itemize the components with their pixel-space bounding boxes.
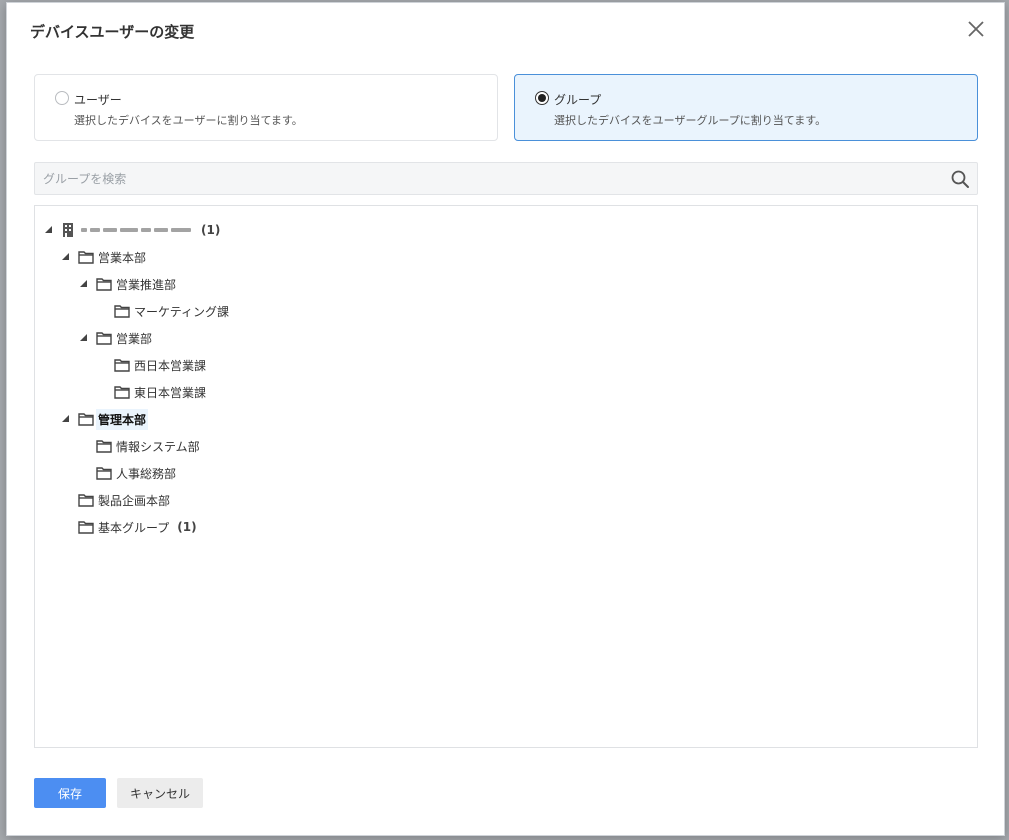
assign-to-group-option[interactable]: グループ 選択したデバイスをユーザーグループに割り当てます。 <box>514 74 978 141</box>
tree-node-basic-group[interactable]: 基本グループ (1) <box>62 516 197 538</box>
group-tree: (1) 営業本部 営業推進部 マーケティング課 営業部 西日本営業課 東日本営業… <box>34 205 978 748</box>
tree-node-label: 基本グループ <box>98 520 170 535</box>
tree-node-label: マーケティング課 <box>134 304 230 319</box>
collapse-toggle[interactable] <box>62 414 72 424</box>
save-button[interactable]: 保存 <box>34 778 106 808</box>
tree-node-sales-dept[interactable]: 営業部 <box>80 327 154 349</box>
tree-node-label: 情報システム部 <box>116 439 200 454</box>
folder-icon <box>78 251 94 264</box>
user-option-description: 選択したデバイスをユーザーに割り当てます。 <box>74 114 303 127</box>
collapse-toggle[interactable] <box>45 225 55 235</box>
tree-node-label: 営業部 <box>116 331 153 346</box>
folder-icon <box>78 494 94 507</box>
tree-node-label: 東日本営業課 <box>134 385 207 400</box>
tree-node-marketing[interactable]: マーケティング課 <box>98 300 231 322</box>
tree-node-label: 製品企画本部 <box>98 493 171 508</box>
tree-node-label <box>191 228 195 232</box>
tree-node-product-planning[interactable]: 製品企画本部 <box>62 489 172 511</box>
folder-icon <box>96 440 112 453</box>
group-search-box <box>34 162 978 195</box>
tree-node-admin-hq[interactable]: 管理本部 <box>62 408 149 430</box>
triangle-down-icon <box>80 280 87 287</box>
change-device-user-dialog: デバイスユーザーの変更 ユーザー 選択したデバイスをユーザーに割り当てます。 グ… <box>6 2 1005 836</box>
tree-node-label: 西日本営業課 <box>134 358 207 373</box>
group-option-description: 選択したデバイスをユーザーグループに割り当てます。 <box>554 114 827 127</box>
folder-icon <box>114 305 130 318</box>
folder-icon <box>96 467 112 480</box>
triangle-down-icon <box>80 334 87 341</box>
close-icon <box>968 21 984 37</box>
group-search-input[interactable] <box>35 163 935 194</box>
group-radio[interactable] <box>535 91 549 105</box>
building-icon <box>63 223 73 237</box>
folder-icon <box>114 359 130 372</box>
folder-icon <box>96 278 112 291</box>
tree-node-label: 営業推進部 <box>116 277 177 292</box>
tree-node-label: 営業本部 <box>98 250 147 265</box>
search-icon[interactable] <box>950 169 970 189</box>
tree-node-sales-hq[interactable]: 営業本部 <box>62 246 148 268</box>
redacted-organization-name <box>81 223 191 237</box>
folder-icon <box>96 332 112 345</box>
group-option-label: グループ <box>554 93 602 107</box>
close-button[interactable] <box>964 17 988 41</box>
dialog-title: デバイスユーザーの変更 <box>30 23 195 41</box>
member-count: (1) <box>177 520 197 534</box>
assign-to-user-option[interactable]: ユーザー 選択したデバイスをユーザーに割り当てます。 <box>34 74 498 141</box>
collapse-toggle[interactable] <box>62 252 72 262</box>
tree-node-east-sales[interactable]: 東日本営業課 <box>98 381 208 403</box>
tree-node-label: 人事総務部 <box>116 466 177 481</box>
tree-node-label-selected: 管理本部 <box>96 408 149 430</box>
tree-node-west-sales[interactable]: 西日本営業課 <box>98 354 208 376</box>
tree-node-hr-dept[interactable]: 人事総務部 <box>80 462 178 484</box>
collapse-toggle[interactable] <box>80 279 90 289</box>
triangle-down-icon <box>62 415 69 422</box>
tree-node-root[interactable]: (1) <box>45 219 220 241</box>
member-count: (1) <box>201 223 221 237</box>
tree-node-it-dept[interactable]: 情報システム部 <box>80 435 202 457</box>
user-radio[interactable] <box>55 91 69 105</box>
triangle-down-icon <box>62 253 69 260</box>
tree-node-sales-promotion[interactable]: 営業推進部 <box>80 273 178 295</box>
cancel-button[interactable]: キャンセル <box>117 778 203 808</box>
folder-icon <box>78 413 94 426</box>
user-option-label: ユーザー <box>74 93 122 107</box>
folder-icon <box>78 521 94 534</box>
folder-icon <box>114 386 130 399</box>
triangle-down-icon <box>45 226 52 233</box>
collapse-toggle[interactable] <box>80 333 90 343</box>
